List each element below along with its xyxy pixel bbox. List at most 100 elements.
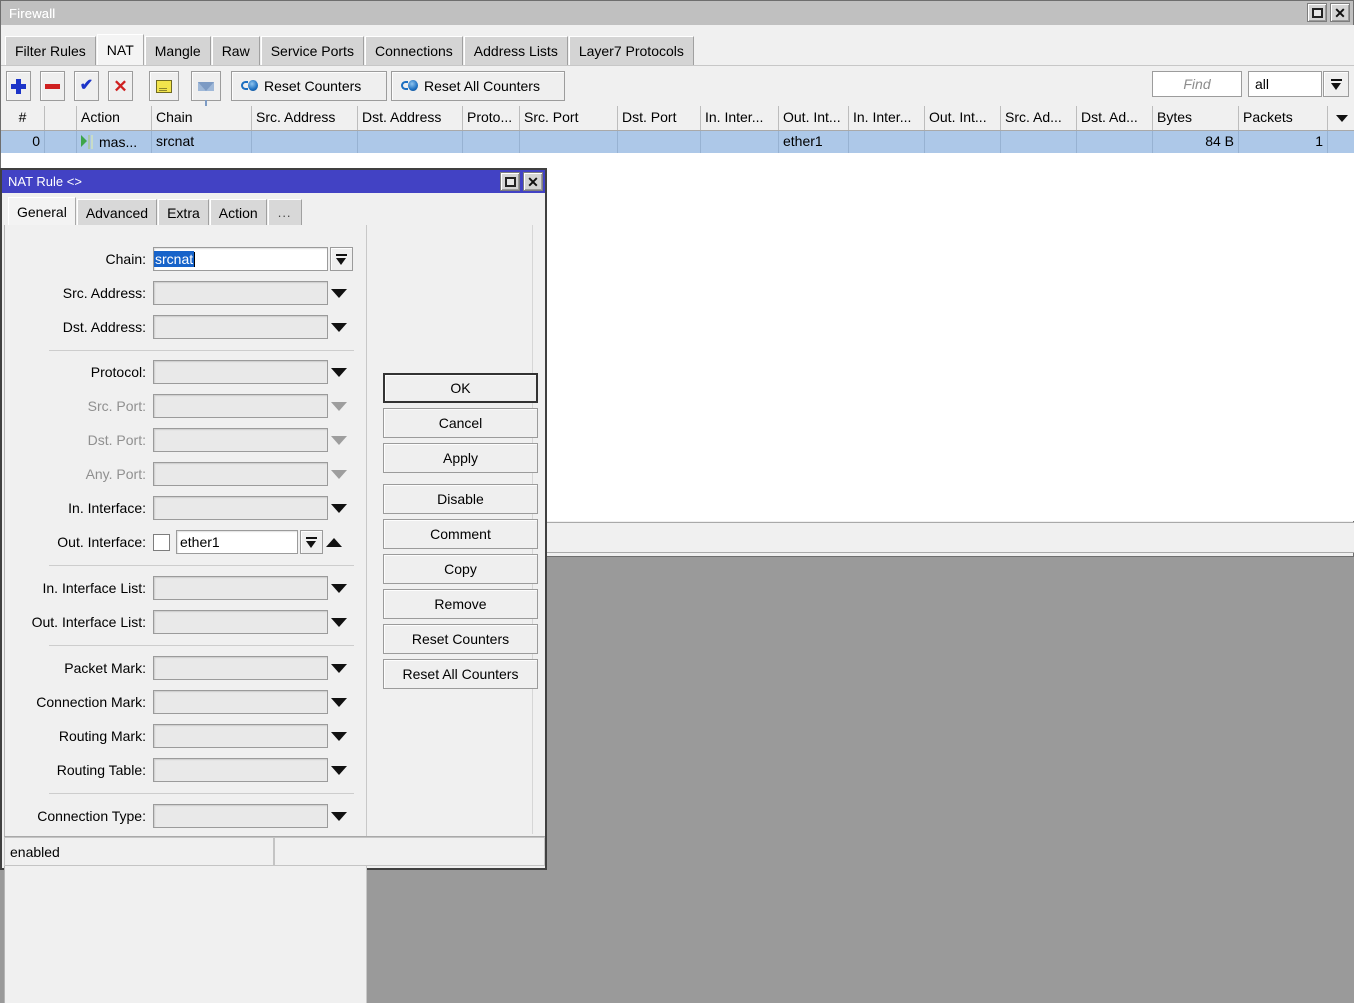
nat-status-extra: [274, 837, 545, 866]
field-packet-mark-dropdown-button[interactable]: [328, 656, 350, 680]
find-input[interactable]: Find: [1152, 71, 1242, 97]
disable-rule-button[interactable]: ✕: [108, 71, 133, 101]
field-out-interface-dropdown-button[interactable]: [300, 530, 323, 554]
field-chain-dropdown-button[interactable]: [330, 247, 353, 271]
field-packet-mark-input[interactable]: [153, 656, 328, 680]
column-header-dst-address-list[interactable]: Dst. Ad...: [1077, 106, 1153, 130]
restore-button[interactable]: [1307, 3, 1327, 22]
tab-service-ports[interactable]: Service Ports: [261, 36, 364, 65]
remove-button[interactable]: Remove: [383, 589, 538, 619]
field-connection-mark-input[interactable]: [153, 690, 328, 714]
column-header-out-interface-list[interactable]: Out. Int...: [925, 106, 1001, 130]
column-header-in-interface[interactable]: In. Inter...: [701, 106, 779, 130]
copy-button[interactable]: Copy: [383, 554, 538, 584]
cell-src-address-list: [1001, 131, 1077, 153]
column-header-in-interface-list[interactable]: In. Inter...: [849, 106, 925, 130]
ok-button[interactable]: OK: [383, 373, 538, 403]
column-header-src-address-list[interactable]: Src. Ad...: [1001, 106, 1077, 130]
disable-button[interactable]: Disable: [383, 484, 538, 514]
nat-restore-button[interactable]: [500, 172, 520, 191]
field-out-interface-input[interactable]: ether1: [176, 530, 298, 554]
filter-scope-dropdown-button[interactable]: [1323, 71, 1349, 97]
field-chain-input[interactable]: srcnat: [153, 247, 328, 271]
field-src-port-input: [153, 394, 328, 418]
reset-counters-button[interactable]: Reset Counters: [231, 71, 387, 101]
comment-button[interactable]: [149, 71, 179, 101]
column-header-out-interface[interactable]: Out. Int...: [779, 106, 849, 130]
reset-counters-button[interactable]: Reset Counters: [383, 624, 538, 654]
chevron-down-icon: [331, 732, 347, 741]
chevron-down-icon: [1336, 115, 1348, 122]
tab-advanced[interactable]: Advanced: [77, 199, 157, 225]
column-header-packets[interactable]: Packets: [1239, 106, 1328, 130]
field-protocol-input[interactable]: [153, 360, 328, 384]
field-connection-type-dropdown-button[interactable]: [328, 804, 350, 828]
cancel-button[interactable]: Cancel: [383, 408, 538, 438]
masquerade-arrow-icon: [81, 135, 93, 149]
filter-button[interactable]: [191, 71, 221, 101]
column-header-flags[interactable]: [45, 106, 77, 130]
close-button[interactable]: ✕: [1330, 3, 1350, 22]
field-routing-mark-dropdown-button[interactable]: [328, 724, 350, 748]
field-dst-address: Dst. Address:: [5, 315, 368, 339]
chevron-down-icon: [331, 402, 347, 411]
column-chooser-button[interactable]: [1328, 106, 1354, 130]
field-connection-type-input[interactable]: [153, 804, 328, 828]
field-dst-address-dropdown-button[interactable]: [328, 315, 350, 339]
reset-all-counters-button[interactable]: Reset All Counters: [391, 71, 565, 101]
field-in-interface-list-input[interactable]: [153, 576, 328, 600]
tab-extra[interactable]: Extra: [158, 199, 209, 225]
field-routing-table-input[interactable]: [153, 758, 328, 782]
field-src-address-input[interactable]: [153, 281, 328, 305]
tab-action[interactable]: Action: [210, 199, 267, 225]
cell-out-interface: ether1: [779, 131, 849, 153]
nat-close-button[interactable]: ✕: [523, 172, 543, 191]
column-header-action[interactable]: Action: [77, 106, 152, 130]
field-dst-address-input[interactable]: [153, 315, 328, 339]
tab-connections[interactable]: Connections: [365, 36, 463, 65]
column-header-dst-address[interactable]: Dst. Address: [358, 106, 463, 130]
column-header-protocol[interactable]: Proto...: [463, 106, 520, 130]
tab-address-lists[interactable]: Address Lists: [464, 36, 568, 65]
field-out-interface-collapse-button[interactable]: [323, 530, 345, 554]
field-dst-port-dropdown-button: [328, 428, 350, 452]
tab-mangle[interactable]: Mangle: [145, 36, 211, 65]
enable-rule-button[interactable]: ✔: [74, 71, 99, 101]
nat-dialog-titlebar[interactable]: NAT Rule <> ✕: [2, 170, 545, 193]
tab-raw[interactable]: Raw: [212, 36, 260, 65]
field-out-interface-list-input[interactable]: [153, 610, 328, 634]
column-header-bytes[interactable]: Bytes: [1153, 106, 1239, 130]
cell-spacer: [1328, 131, 1354, 153]
column-header-src-address[interactable]: Src. Address: [252, 106, 358, 130]
field-in-interface-list-dropdown-button[interactable]: [328, 576, 350, 600]
field-in-interface-input[interactable]: [153, 496, 328, 520]
check-icon: ✔: [80, 78, 93, 94]
column-header-index[interactable]: #: [1, 106, 45, 130]
comment-button[interactable]: Comment: [383, 519, 538, 549]
tab-layer7-protocols[interactable]: Layer7 Protocols: [569, 36, 694, 65]
tab-nat[interactable]: NAT: [97, 34, 144, 65]
column-header-dst-port[interactable]: Dst. Port: [618, 106, 701, 130]
field-out-interface-negate-checkbox[interactable]: [153, 534, 170, 551]
field-any-port-input: [153, 462, 328, 486]
field-routing-table-dropdown-button[interactable]: [328, 758, 350, 782]
field-protocol-dropdown-button[interactable]: [328, 360, 350, 384]
tab-filter-rules[interactable]: Filter Rules: [5, 36, 96, 65]
remove-rule-button[interactable]: [40, 71, 65, 101]
column-header-src-port[interactable]: Src. Port: [520, 106, 618, 130]
add-rule-button[interactable]: [6, 71, 31, 101]
filter-scope-input[interactable]: all: [1248, 71, 1322, 97]
apply-button[interactable]: Apply: [383, 443, 538, 473]
reset-all-counters-button[interactable]: Reset All Counters: [383, 659, 538, 689]
cell-action: mas...: [77, 131, 152, 153]
field-in-interface: In. Interface:: [5, 496, 368, 520]
table-row[interactable]: 0 mas... srcnat ether1 84 B 1: [1, 131, 1354, 153]
column-header-chain[interactable]: Chain: [152, 106, 252, 130]
field-connection-mark-dropdown-button[interactable]: [328, 690, 350, 714]
tab-more[interactable]: ...: [268, 199, 302, 225]
field-src-address-dropdown-button[interactable]: [328, 281, 350, 305]
field-in-interface-dropdown-button[interactable]: [328, 496, 350, 520]
field-routing-mark-input[interactable]: [153, 724, 328, 748]
tab-general[interactable]: General: [8, 197, 76, 225]
field-out-interface-list-dropdown-button[interactable]: [328, 610, 350, 634]
